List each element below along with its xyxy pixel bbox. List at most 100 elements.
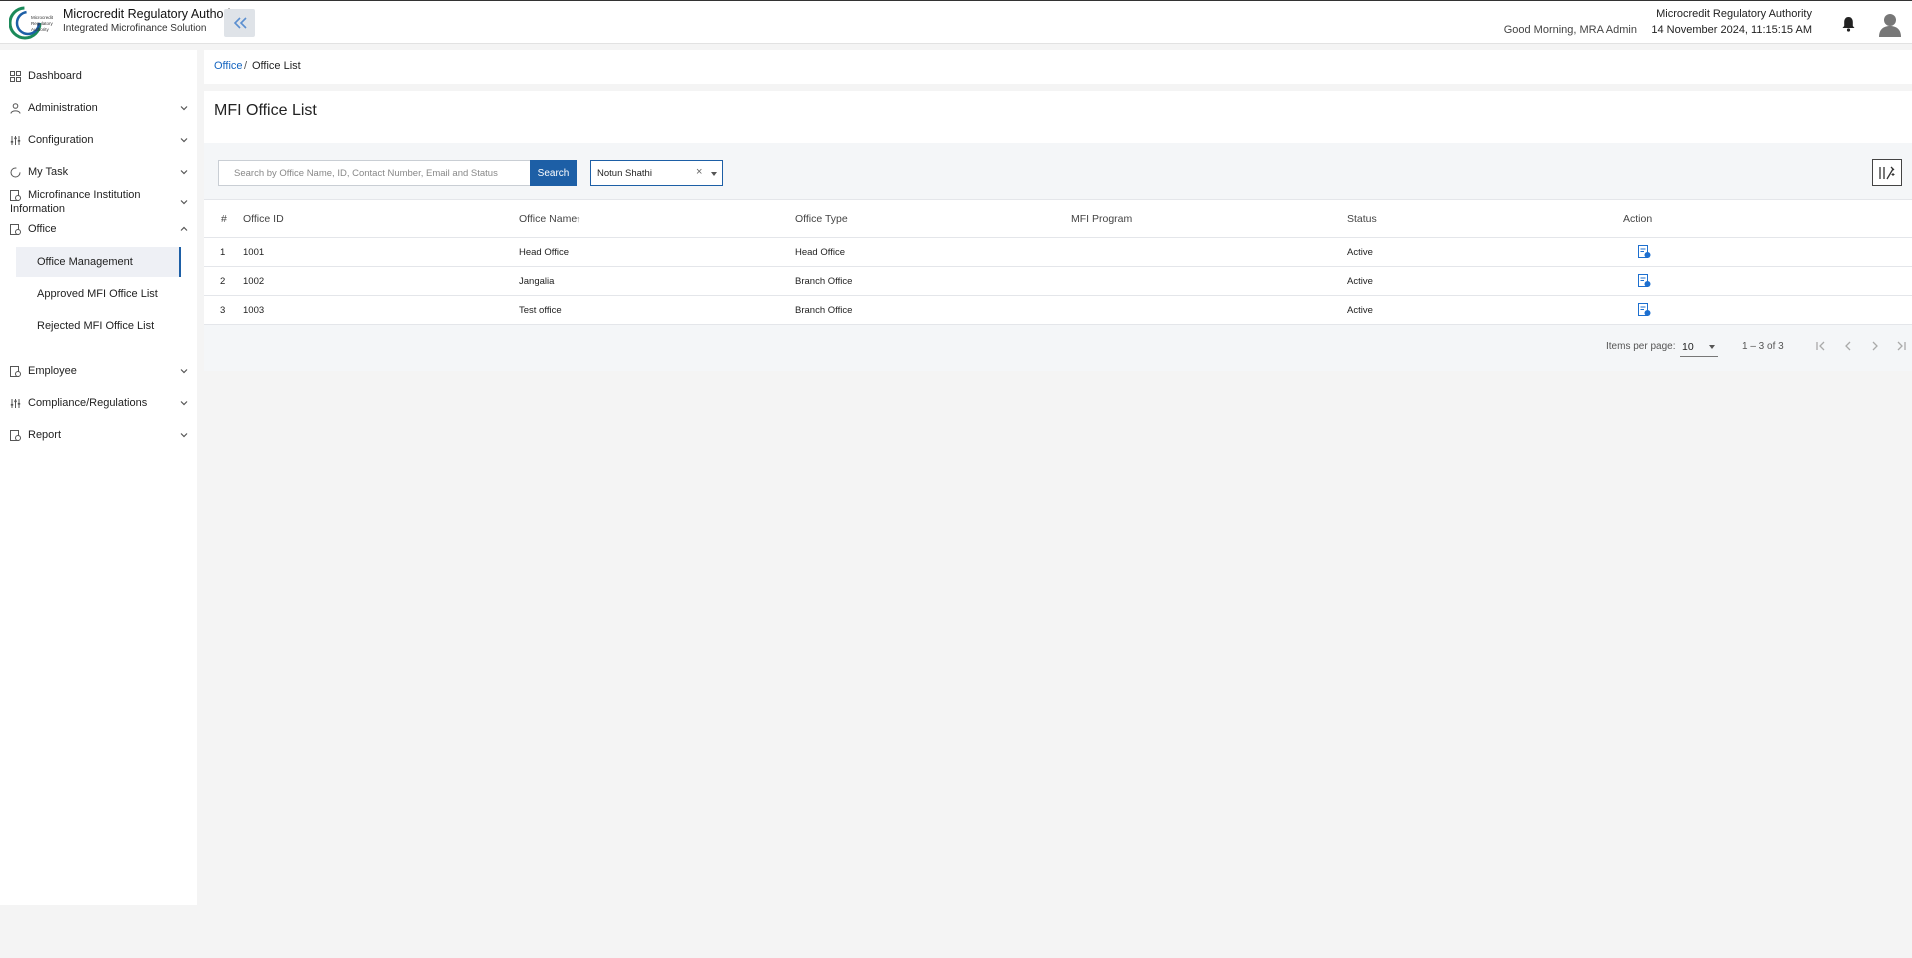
- view-details-icon[interactable]: [1638, 245, 1651, 259]
- last-page-icon[interactable]: [1894, 339, 1908, 353]
- sidebar-item-compliance-regulations[interactable]: Compliance/Regulations: [0, 392, 197, 414]
- search-input[interactable]: [218, 160, 531, 186]
- column-header-office-id[interactable]: Office ID: [243, 213, 284, 225]
- sidebar-subitem-label: Office Management: [37, 256, 133, 268]
- mra-logo: Microcredit Regulatory Authority: [9, 6, 54, 40]
- sidebar-subitem-office-management[interactable]: Office Management: [16, 247, 181, 277]
- items-per-page-select[interactable]: 10: [1680, 335, 1718, 357]
- sidebar-item-my-task[interactable]: My Task: [0, 161, 197, 183]
- employee-icon: [10, 365, 21, 377]
- greeting-text: Good Morning, MRA Admin: [1503, 24, 1637, 36]
- breadcrumb-link-office[interactable]: Office: [214, 60, 243, 72]
- page-title-bar: MFI Office List: [204, 91, 1912, 143]
- chevron-down-icon: [180, 401, 188, 406]
- cell-office-type: Branch Office: [795, 276, 853, 287]
- sidebar-item-employee[interactable]: Employee: [0, 360, 197, 382]
- current-datetime: 14 November 2024, 11:15:15 AM: [1651, 24, 1812, 36]
- sidebar-item-label: Dashboard: [28, 70, 82, 82]
- admin-icon: [10, 102, 21, 114]
- sidebar-collapse-button[interactable]: [224, 9, 255, 37]
- sidebar-item-office[interactable]: Office: [0, 218, 197, 240]
- svg-text:Authority: Authority: [31, 27, 50, 32]
- user-avatar-icon[interactable]: [1878, 12, 1902, 38]
- chevron-down-icon: [180, 138, 188, 143]
- column-settings-button[interactable]: [1872, 159, 1902, 186]
- breadcrumb-current: Office List: [252, 60, 301, 72]
- items-per-page-value: 10: [1682, 341, 1694, 353]
- sidebar-item-label: Employee: [28, 365, 77, 377]
- sidebar-item-label: Configuration: [28, 134, 94, 146]
- column-header-office-type[interactable]: Office Type: [795, 213, 848, 225]
- app-title: Microcredit Regulatory Authority: [63, 7, 241, 21]
- items-per-page-label: Items per page:: [1606, 341, 1676, 352]
- breadcrumb: Office / Office List: [204, 50, 1912, 84]
- table-header: # Office ID Office Name ↑ Office Type MF…: [204, 199, 1912, 238]
- sliders-icon: [10, 398, 21, 408]
- sidebar-item-label: Administration: [28, 102, 98, 114]
- sidebar-item-label: Compliance/Regulations: [28, 397, 148, 409]
- app-subtitle: Integrated Microfinance Solution: [63, 23, 207, 34]
- sidebar-item-dashboard[interactable]: Dashboard: [0, 65, 197, 87]
- next-page-icon[interactable]: [1868, 339, 1882, 353]
- sidebar-subitem-approved-mfi-office-list[interactable]: Approved MFI Office List: [16, 279, 181, 309]
- sidebar-item-microfinance-institution[interactable]: Microfinance Institution Information: [0, 186, 197, 218]
- footer-strip: [0, 905, 1912, 958]
- sidebar-item-label: Microfinance Institution: [28, 189, 141, 201]
- column-header-status[interactable]: Status: [1347, 213, 1377, 225]
- caret-down-icon: [711, 172, 717, 176]
- cell-index: 1: [220, 247, 226, 258]
- double-chevron-left-icon: [233, 17, 247, 29]
- top-header: Microcredit Regulatory Authority Microcr…: [0, 0, 1912, 44]
- sidebar-item-configuration[interactable]: Configuration: [0, 129, 197, 151]
- mfi-filter-value: Notun Shathi: [597, 168, 652, 179]
- sidebar-item-label: Report: [28, 429, 62, 441]
- column-header-mfi-program[interactable]: MFI Program: [1071, 213, 1132, 225]
- cell-office-name: Jangalia: [519, 276, 555, 287]
- sidebar: Dashboard Administration Configuration M…: [0, 50, 197, 905]
- previous-page-icon[interactable]: [1841, 339, 1855, 353]
- chevron-down-icon: [180, 170, 188, 175]
- task-icon: [10, 167, 21, 177]
- cell-office-id: 1003: [243, 305, 265, 316]
- cell-office-type: Branch Office: [795, 305, 853, 316]
- sidebar-subitem-rejected-mfi-office-list[interactable]: Rejected MFI Office List: [16, 311, 181, 341]
- cell-index: 2: [220, 276, 226, 287]
- clear-icon[interactable]: ×: [696, 166, 702, 178]
- view-details-icon[interactable]: [1638, 303, 1651, 317]
- column-header-office-name[interactable]: Office Name: [519, 213, 577, 225]
- column-header-action: Action: [1623, 213, 1653, 225]
- cell-index: 3: [220, 305, 226, 316]
- sidebar-subitem-label: Approved MFI Office List: [37, 288, 158, 300]
- cell-office-name: Head Office: [519, 247, 569, 258]
- page-range-label: 1 – 3 of 3: [1742, 341, 1784, 352]
- cell-status: Active: [1347, 247, 1373, 258]
- cell-status: Active: [1347, 276, 1373, 287]
- office-icon: [10, 223, 21, 235]
- bell-icon[interactable]: [1841, 16, 1856, 32]
- breadcrumb-separator: /: [244, 60, 248, 72]
- cell-office-id: 1002: [243, 276, 265, 287]
- first-page-icon[interactable]: [1814, 339, 1828, 353]
- chevron-up-icon: [180, 226, 188, 231]
- table-toolbar: Search Notun Shathi ×: [204, 143, 1912, 199]
- chevron-down-icon: [180, 369, 188, 374]
- paginator: Items per page: 10 1 – 3 of 3: [204, 325, 1912, 371]
- sidebar-subitem-label: Rejected MFI Office List: [37, 320, 155, 332]
- column-settings-icon: [1879, 166, 1895, 179]
- organization-name: Microcredit Regulatory Authority: [1656, 8, 1812, 20]
- institution-icon: [10, 190, 21, 201]
- report-icon: [10, 429, 21, 441]
- search-button[interactable]: Search: [530, 160, 577, 186]
- chevron-down-icon: [180, 200, 188, 205]
- sidebar-item-administration[interactable]: Administration: [0, 97, 197, 119]
- cell-office-id: 1001: [243, 247, 265, 258]
- svg-text:Regulatory: Regulatory: [31, 21, 54, 26]
- sidebar-item-report[interactable]: Report: [0, 424, 197, 446]
- view-details-icon[interactable]: [1638, 274, 1651, 288]
- cell-status: Active: [1347, 305, 1373, 316]
- sort-ascending-icon: ↑: [576, 214, 581, 224]
- mfi-filter-select[interactable]: Notun Shathi ×: [590, 160, 723, 186]
- table-row: 3 1003 Test office Branch Office Active: [204, 296, 1912, 325]
- table-row: 1 1001 Head Office Head Office Active: [204, 238, 1912, 267]
- svg-text:Microcredit: Microcredit: [31, 15, 54, 20]
